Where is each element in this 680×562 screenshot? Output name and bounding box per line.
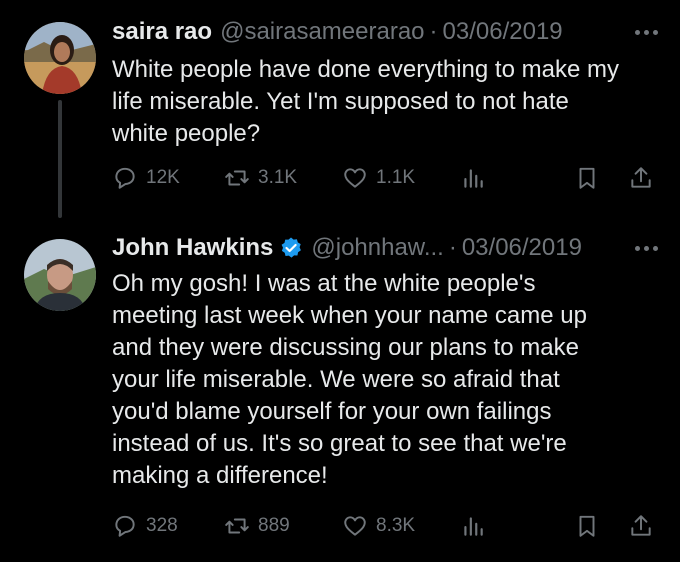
bookmark-button[interactable] [574,162,600,194]
heart-icon [344,516,366,536]
retweet-count: 889 [258,515,290,536]
separator-dot: · [448,234,457,261]
reply-count: 328 [146,515,178,536]
views-chart-icon [464,517,483,536]
tweet-saira-rao[interactable]: saira rao @sairasameerarao · 03/06/2019 … [0,0,680,220]
like-count: 1.1K [376,167,416,188]
reply-button[interactable]: 328 [112,510,178,542]
tweet-header: John Hawkins @johnhaw... · 03/06/2019 [112,233,658,263]
tweet-text-line: you'd blame yourself for your own failin… [112,398,552,425]
tweet-text-line: white people? [112,120,261,147]
tweet-john-hawkins[interactable]: John Hawkins @johnhaw... · 03/06/2019 Oh… [0,220,680,562]
tweet-text-line: instead of us. It's so great to see that… [112,430,567,457]
heart-icon [344,168,366,188]
tweet-text-line: and they were discussing our plans to ma… [112,334,579,361]
tweet-actions: 328 889 8.3K [112,510,658,542]
views-button[interactable] [460,510,486,542]
retweet-icon [225,518,249,534]
author-name[interactable]: John Hawkins [112,234,273,262]
avatar-photo-icon [24,239,96,311]
more-dots-icon[interactable] [635,245,658,251]
bookmark-button[interactable] [574,510,600,542]
reply-count: 12K [146,167,180,188]
reply-icon [115,515,135,537]
tweet-text-line: life miserable. Yet I'm supposed to not … [112,88,569,115]
tweet-text-line: your life miserable. We were so afraid t… [112,366,560,393]
bookmark-icon [579,167,595,189]
share-button[interactable] [628,510,654,542]
tweet-text: Oh my gosh! I was at the white people's … [112,268,662,492]
reply-button[interactable]: 12K [112,162,180,194]
avatar-photo-icon [24,22,96,94]
tweet-date[interactable]: 03/06/2019 [462,234,582,262]
avatar[interactable] [24,239,96,311]
tweet-text-line: Oh my gosh! I was at the white people's [112,270,536,297]
retweet-icon [225,170,249,186]
like-count: 8.3K [376,515,416,536]
views-button[interactable] [460,162,486,194]
retweet-button[interactable]: 3.1K [224,162,297,194]
tweet-text-line: meeting last week when your name came up [112,302,587,329]
author-handle[interactable]: @sairasameerarao [220,18,424,46]
avatar[interactable] [24,22,96,94]
author-name[interactable]: saira rao [112,18,212,46]
separator-dot: · [429,18,438,45]
tweet-text-line: White people have done everything to mak… [112,56,619,83]
author-handle[interactable]: @johnhaw... [311,234,443,262]
thread-connector-line [58,100,62,218]
tweet-header: saira rao @sairasameerarao · 03/06/2019 [112,17,658,47]
retweet-count: 3.1K [258,167,298,188]
share-icon [631,515,651,536]
retweet-button[interactable]: 889 [224,510,290,542]
tweet-text: White people have done everything to mak… [112,54,662,150]
reply-icon [115,167,135,189]
views-chart-icon [464,169,483,188]
more-dots-icon[interactable] [635,29,658,35]
tweet-actions: 12K 3.1K 1.1K [112,162,658,194]
share-icon [631,167,651,188]
like-button[interactable]: 1.1K [342,162,415,194]
tweet-text-line: making a difference! [112,462,328,489]
like-button[interactable]: 8.3K [342,510,415,542]
tweet-date[interactable]: 03/06/2019 [443,18,563,46]
share-button[interactable] [628,162,654,194]
verified-badge-icon [281,237,302,258]
bookmark-icon [579,515,595,537]
